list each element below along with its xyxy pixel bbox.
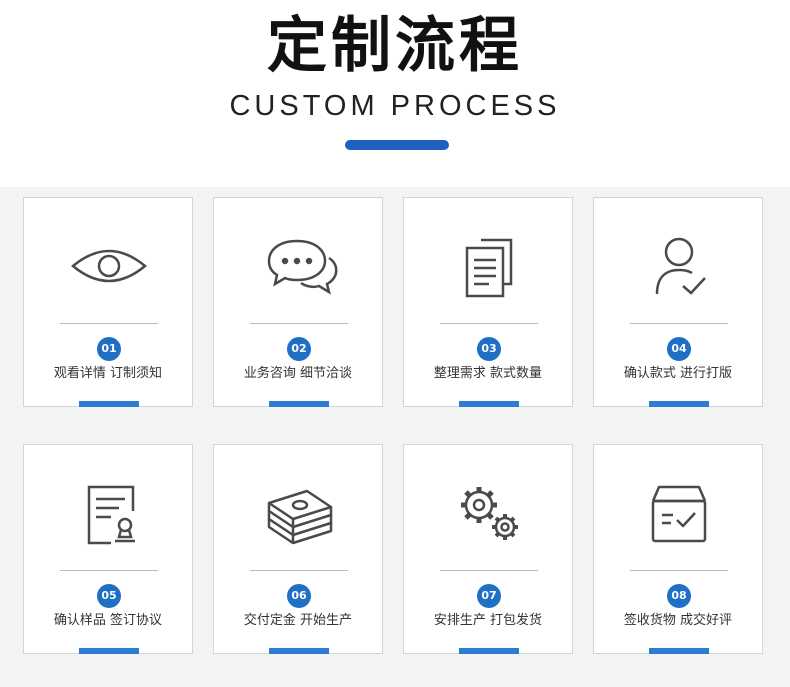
card-accent-bar [649, 648, 709, 654]
card-accent-bar [79, 401, 139, 407]
step-label: 整理需求 款式数量 [433, 366, 543, 381]
step-card-04: 04 确认款式 进行打版 [593, 197, 763, 407]
card-accent-bar [459, 401, 519, 407]
page-title: 定制流程 [267, 11, 523, 81]
card-divider [630, 570, 728, 571]
step-card-06: 06 交付定金 开始生产 [213, 444, 383, 654]
card-divider [440, 570, 538, 571]
step-card-01: 01 观看详情 订制须知 [23, 197, 193, 407]
user-check-icon [629, 226, 729, 306]
card-accent-bar [459, 648, 519, 654]
step-label: 确认样品 签订协议 [53, 613, 163, 628]
card-divider [250, 570, 348, 571]
step-number-badge: 02 [287, 337, 311, 361]
step-label: 确认款式 进行打版 [623, 366, 733, 381]
step-number-badge: 05 [97, 584, 121, 608]
card-divider [60, 323, 158, 324]
card-divider [630, 323, 728, 324]
step-card-07: 07 安排生产 打包发货 [403, 444, 573, 654]
card-divider [250, 323, 348, 324]
card-accent-bar [79, 648, 139, 654]
step-number-badge: 06 [287, 584, 311, 608]
gears-icon [439, 473, 539, 553]
step-number-badge: 03 [477, 337, 501, 361]
card-divider [60, 570, 158, 571]
page-header: 定制流程 CUSTOM PROCESS [0, 0, 790, 190]
step-label: 安排生产 打包发货 [433, 613, 543, 628]
step-label: 观看详情 订制须知 [53, 366, 163, 381]
step-number-badge: 04 [667, 337, 691, 361]
step-label: 签收货物 成交好评 [623, 613, 733, 628]
card-accent-bar [649, 401, 709, 407]
step-card-05: 05 确认样品 签订协议 [23, 444, 193, 654]
eye-icon [59, 226, 159, 306]
step-card-03: 03 整理需求 款式数量 [403, 197, 573, 407]
page-subtitle: CUSTOM PROCESS [229, 90, 561, 122]
documents-icon [439, 226, 539, 306]
money-stack-icon [249, 473, 349, 553]
title-accent-bar [345, 140, 449, 150]
step-number-badge: 08 [667, 584, 691, 608]
card-accent-bar [269, 401, 329, 407]
step-card-02: 02 业务咨询 细节洽谈 [213, 197, 383, 407]
step-number-badge: 01 [97, 337, 121, 361]
card-accent-bar [269, 648, 329, 654]
contract-icon [59, 473, 159, 553]
process-panel: 01 观看详情 订制须知 02 业务咨询 细节洽谈 03 整理需求 款式数量 0… [0, 187, 790, 687]
step-card-08: 08 签收货物 成交好评 [593, 444, 763, 654]
step-label: 业务咨询 细节洽谈 [243, 366, 353, 381]
card-divider [440, 323, 538, 324]
chat-bubbles-icon [249, 226, 349, 306]
step-label: 交付定金 开始生产 [243, 613, 353, 628]
step-number-badge: 07 [477, 584, 501, 608]
box-check-icon [629, 473, 729, 553]
